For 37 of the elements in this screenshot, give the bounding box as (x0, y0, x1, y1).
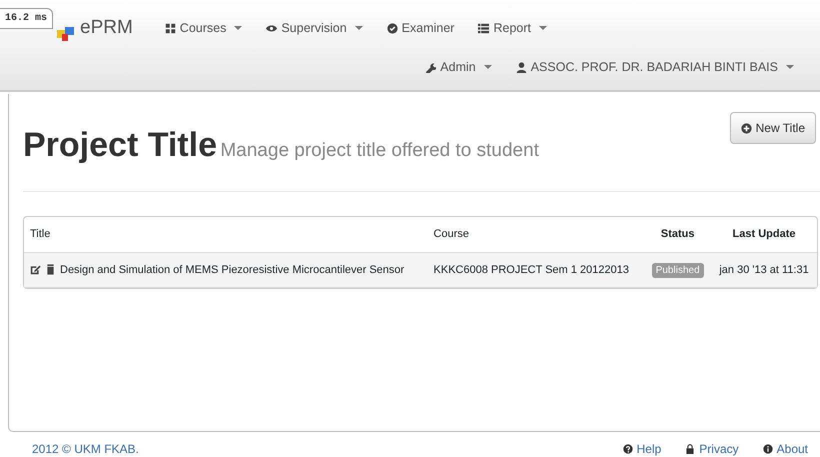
user-menu-item[interactable]: Admin (425, 58, 492, 77)
nav-menu-item[interactable]: Supervision (266, 18, 363, 38)
help-icon (622, 444, 633, 454)
nav-menu-item[interactable]: Report (478, 18, 547, 38)
nav-menu-item[interactable]: Courses (164, 18, 242, 38)
table-cell: KKKC6008 PROJECT Sem 1 20122013 (428, 252, 644, 288)
nav-menu-item[interactable]: Examiner (386, 18, 454, 38)
list-icon (478, 22, 490, 34)
column-header: Title (24, 217, 428, 252)
delete-link[interactable] (45, 264, 56, 276)
footer-link[interactable]: Privacy (685, 440, 739, 457)
column-header: Last Update (711, 217, 817, 252)
new-title-button[interactable]: New Title (730, 112, 816, 144)
status-badge: Published (652, 262, 704, 278)
user-menu-item[interactable]: ASSOC. PROF. DR. BADARIAH BINTI BAIS (516, 58, 794, 77)
column-header: Course (428, 217, 644, 252)
page-title: Project Title (23, 126, 217, 164)
trash-icon (45, 264, 56, 276)
user-icon (516, 62, 527, 73)
info-icon (762, 444, 773, 454)
footer-link[interactable]: About (762, 440, 808, 457)
brand-logo[interactable]: ePRM (56, 14, 133, 42)
column-header: Status (644, 217, 712, 252)
table-cell-text: Design and Simulation of MEMS Piezoresistive Microcantilever Sensor (60, 262, 404, 278)
plus-circle-icon (740, 122, 752, 134)
check-circle-icon (386, 22, 398, 34)
wrench-icon (425, 62, 436, 73)
profiler-badge: 16.2 ms (0, 8, 54, 29)
eye-icon (266, 22, 278, 34)
edit-icon (30, 264, 41, 276)
edit-link[interactable] (30, 264, 41, 276)
grid-icon (164, 22, 176, 34)
lock-icon (685, 444, 696, 454)
table-cell: jan 30 '13 at 11:31 (711, 252, 817, 288)
footer-link[interactable]: Help (622, 440, 662, 457)
copyright-text: 2012 © UKM FKAB. (32, 441, 139, 457)
page-subtitle: Manage project title offered to student (220, 140, 539, 161)
